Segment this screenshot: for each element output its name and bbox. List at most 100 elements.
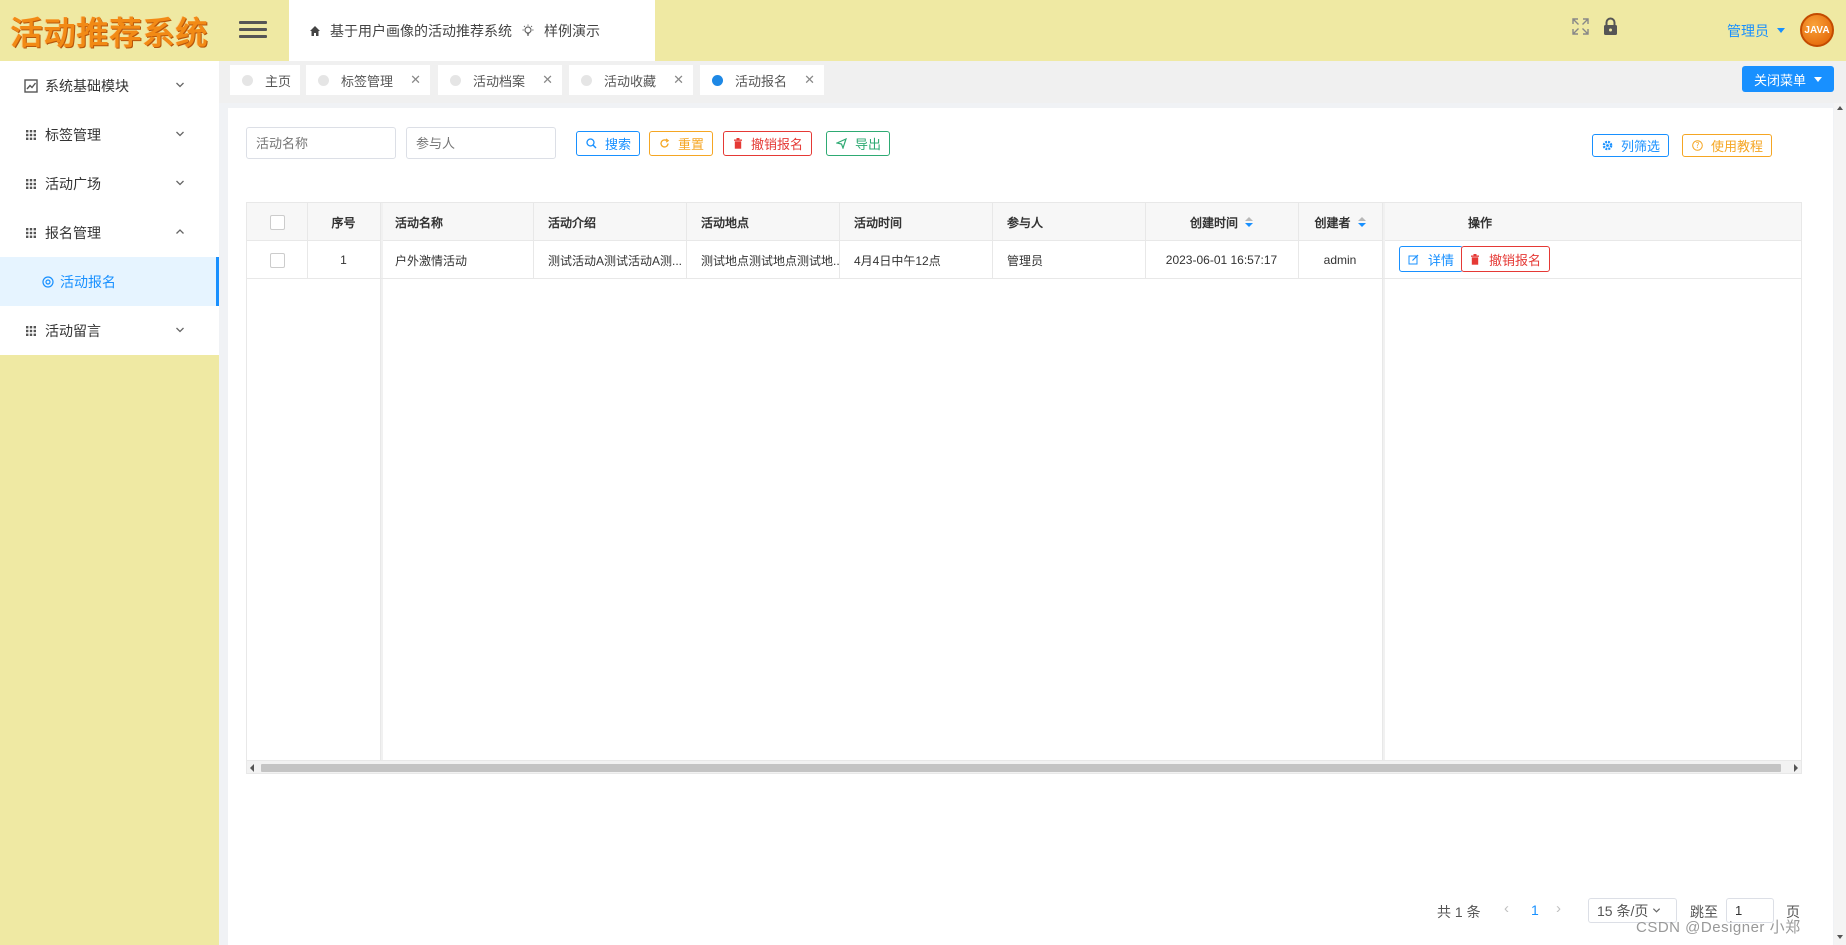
close-icon[interactable]: ✕ (410, 72, 421, 88)
select-all-checkbox[interactable] (269, 214, 285, 230)
tab-dot-icon (318, 74, 329, 86)
column-header-index: 序号 (331, 215, 356, 230)
bulb-icon (522, 24, 534, 36)
tab-dot-icon (581, 74, 592, 86)
scrollbar-thumb[interactable] (261, 764, 1781, 772)
tab-activity-archive[interactable]: 活动档案 ✕ (438, 65, 562, 95)
column-filter-button[interactable]: 列筛选 (1592, 134, 1670, 157)
avatar[interactable]: JAVA (1800, 13, 1834, 47)
cell-intro: 测试活动A测试活动A测... (548, 253, 683, 268)
tab-label: 标签管理 (341, 73, 394, 89)
trash-icon (1471, 253, 1479, 265)
row-cancel-signup-button[interactable]: 撤销报名 (1461, 246, 1551, 272)
reset-button[interactable]: 重置 (649, 131, 714, 156)
sidebar-item-system-base[interactable]: 系统基础模块 (0, 61, 219, 110)
activity-name-input[interactable] (246, 127, 396, 159)
sidebar-item-activity-messages[interactable]: 活动留言 (0, 306, 219, 355)
sidebar-item-activity-square[interactable]: 活动广场 (0, 159, 219, 208)
tab-label: 活动档案 (473, 73, 526, 89)
grid-icon (26, 178, 36, 189)
participant-input[interactable] (406, 127, 556, 159)
tab-activity-favorites[interactable]: 活动收藏 ✕ (569, 65, 693, 95)
tutorial-button[interactable]: ? 使用教程 (1682, 134, 1773, 157)
refresh-icon (660, 138, 670, 148)
tab-home[interactable]: 主页 (230, 65, 300, 95)
sidebar-item-signup-management[interactable]: 报名管理 (0, 208, 219, 257)
chevron-up-icon (176, 229, 184, 234)
close-icon[interactable]: ✕ (673, 72, 684, 88)
next-page-icon[interactable]: › (1556, 900, 1561, 917)
sidebar-menu: 系统基础模块 标签管理 活动广场 报名管理 活动报名 活动留言 (0, 61, 219, 355)
sort-icon[interactable] (1357, 217, 1366, 227)
sidebar-item-label: 报名管理 (45, 224, 101, 241)
row-checkbox[interactable] (269, 252, 285, 268)
nav-demo-link[interactable]: 样例演示 (521, 0, 600, 61)
tab-label: 活动报名 (735, 73, 788, 89)
grid-icon (26, 227, 36, 238)
prev-page-icon[interactable]: ‹ (1504, 900, 1509, 917)
detail-button[interactable]: 详情 (1399, 246, 1464, 272)
table-row[interactable]: 1 户外激情活动 测试活动A测试活动A测... 测试地点测试地点测试地... 4… (247, 241, 1801, 279)
chevron-down-icon (176, 180, 184, 186)
chevron-down-icon (176, 82, 184, 88)
edit-icon (1408, 254, 1419, 264)
search-icon (586, 138, 597, 149)
logo-text: 活动推荐系统 (10, 13, 209, 52)
tab-label: 主页 (265, 73, 292, 89)
lock-icon[interactable] (1603, 17, 1618, 36)
table-header: 序号 活动名称 活动介绍 活动地点 活动时间 参与人 创建时间 创建者 操作 (247, 203, 1801, 241)
top-header: 基于用户画像的活动推荐系统 样例演示 管理员 JAVA (219, 0, 1846, 61)
cell-participant: 管理员 (1007, 253, 1044, 268)
scroll-left-arrow-icon[interactable] (250, 764, 254, 772)
scroll-down-arrow-icon[interactable] (1837, 935, 1843, 939)
sidebar-item-label: 活动留言 (45, 322, 101, 339)
chevron-down-icon (176, 327, 184, 333)
caret-down-icon (1814, 76, 1822, 82)
circle-gear-icon (42, 275, 54, 288)
export-button[interactable]: 导出 (826, 131, 891, 156)
horizontal-scrollbar[interactable] (247, 760, 1801, 773)
column-header-name: 活动名称 (395, 215, 444, 230)
cell-time: 4月4日中午12点 (854, 253, 941, 268)
tabs-bar: 主页 标签管理 ✕ 活动档案 ✕ 活动收藏 ✕ 活动报名 ✕ 关闭菜单 (219, 61, 1846, 103)
total-count: 共 1 条 (1437, 904, 1481, 920)
nav-demo-label: 样例演示 (544, 22, 600, 39)
cell-location: 测试地点测试地点测试地... (701, 253, 839, 268)
sidebar-item-label: 标签管理 (45, 126, 101, 143)
scroll-right-arrow-icon[interactable] (1794, 764, 1798, 772)
vertical-scrollbar[interactable] (1834, 103, 1846, 945)
cancel-signup-button[interactable]: 撤销报名 (723, 131, 813, 156)
column-header-created-at[interactable]: 创建时间 (1145, 203, 1298, 241)
cell-index: 1 (340, 253, 347, 267)
watermark: CSDN @Designer 小郑 (1636, 919, 1801, 936)
close-menu-button[interactable]: 关闭菜单 (1742, 66, 1834, 92)
cell-name: 户外激情活动 (395, 253, 468, 268)
tab-label: 活动收藏 (604, 73, 657, 89)
home-icon (310, 25, 320, 36)
trash-icon (734, 138, 742, 149)
nav-home-link[interactable]: 基于用户画像的活动推荐系统 (309, 0, 512, 61)
data-table: 序号 活动名称 活动介绍 活动地点 活动时间 参与人 创建时间 创建者 操作 1 (246, 202, 1802, 774)
page-number[interactable]: 1 (1531, 902, 1539, 918)
column-header-time: 活动时间 (854, 215, 903, 230)
user-menu[interactable]: 管理员 (1727, 0, 1785, 61)
tab-dot-icon (242, 74, 253, 86)
tab-activity-signup[interactable]: 活动报名 ✕ (700, 65, 824, 95)
close-icon[interactable]: ✕ (804, 72, 815, 88)
search-button[interactable]: 搜索 (576, 131, 641, 156)
close-icon[interactable]: ✕ (542, 72, 553, 88)
scroll-up-arrow-icon[interactable] (1837, 106, 1843, 110)
sidebar-item-tags[interactable]: 标签管理 (0, 110, 219, 159)
column-header-creator[interactable]: 创建者 (1298, 203, 1382, 241)
fullscreen-icon[interactable] (1571, 17, 1590, 36)
sidebar-subitem-activity-signup[interactable]: 活动报名 (0, 257, 219, 306)
user-name-label: 管理员 (1727, 22, 1769, 39)
tab-dot-icon (450, 74, 461, 86)
question-circle-icon: ? (1692, 140, 1703, 151)
sidebar-item-label: 活动广场 (45, 175, 101, 192)
pagination: 共 1 条 ‹ 1 › 15 条/页 跳至 页 (228, 896, 1833, 926)
sort-icon[interactable] (1245, 217, 1253, 227)
tab-dot-icon (712, 74, 723, 86)
menu-toggle-icon[interactable] (239, 17, 267, 43)
tab-tag-management[interactable]: 标签管理 ✕ (306, 65, 430, 95)
